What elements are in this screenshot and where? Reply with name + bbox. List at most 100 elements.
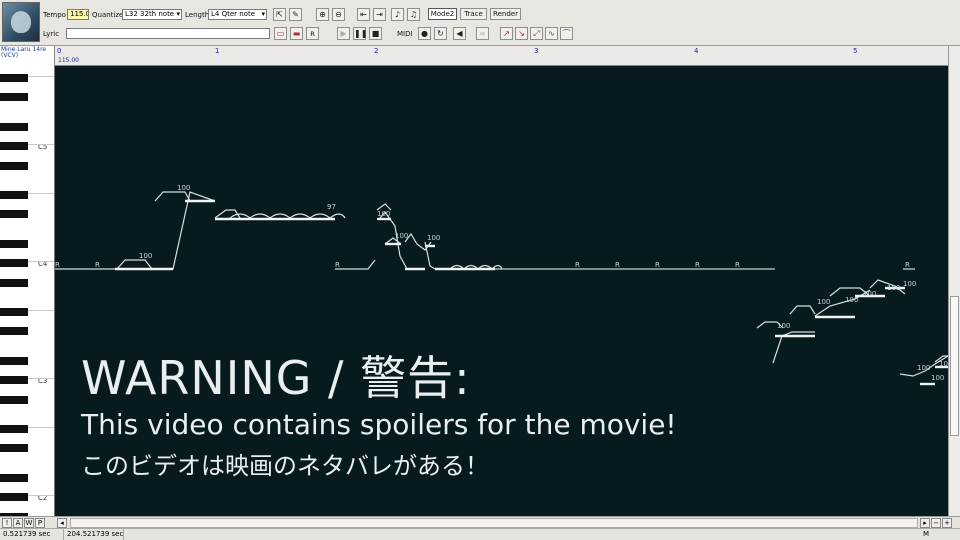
stop-icon[interactable]: ■ [369,27,382,40]
bar-number: 1 [215,47,220,55]
play-icon[interactable]: ▶ [337,27,350,40]
velocity-label: 100 [395,232,408,240]
jump-end-icon[interactable]: ⇥ [373,8,386,21]
mode2-button[interactable]: Mode2 [428,8,457,20]
length-label: Length [185,11,210,19]
vertical-scrollbar[interactable] [948,46,960,516]
tempo-label: Tempo [43,11,66,19]
lyric-insert-icon[interactable]: ▬ [290,27,303,40]
velocity-label: 100 [817,298,830,306]
render-button[interactable]: Render [490,8,521,20]
rest-label: R [655,261,660,269]
black-key[interactable] [0,424,28,433]
piano-keyboard[interactable]: C5 C4 C3 C2 [0,66,55,516]
black-key[interactable] [0,122,28,131]
black-key[interactable] [0,239,28,248]
zoom-out-h-icon[interactable]: − [931,518,941,528]
total-time: 204.521739 sec [64,529,124,540]
note-canvas[interactable]: 100 100 97 100 100 100 100 100 100 100 100 100 100 10… [55,66,948,516]
rest-insert-icon[interactable]: ʀ [306,27,319,40]
black-key[interactable] [0,307,28,316]
tempo-field[interactable]: 115.0 [67,9,89,20]
velocity-label: 100 [887,284,900,292]
quantize-label: Quantize [92,11,124,19]
black-key[interactable] [0,142,28,150]
velocity-label: 100 [863,290,876,298]
black-key[interactable] [0,395,28,404]
velocity-label: 100 [845,296,858,304]
track-button[interactable]: ! [2,518,12,528]
pitch-curve-icon[interactable]: ↗ [500,27,513,40]
midi-label: MIDI [397,30,413,38]
velocity-label: 100 [177,184,190,192]
zoom-in-icon[interactable]: ⊕ [316,8,329,21]
toolbar: Tempo 115.0 Quantize L32 32th note Lengt… [0,0,960,46]
link-icon[interactable]: ∞ [476,27,489,40]
velocity-label: 100 [427,234,440,242]
track-button[interactable]: P [35,518,45,528]
bar-number: 0 [57,47,62,55]
pitch-curve [55,191,216,270]
black-key[interactable] [0,493,28,501]
rest-label: R [735,261,740,269]
lyric-label: Lyric [43,30,60,38]
pitch-smooth-icon[interactable]: ⤢ [530,27,543,40]
status-bar: 0.521739 sec 204.521739 sec M [0,528,960,540]
timeline-ruler[interactable]: 0 1 2 3 4 5 115.00 [55,46,948,66]
horizontal-scrollbar[interactable] [70,518,918,528]
scroll-left-icon[interactable]: ◂ [57,518,67,528]
velocity-label: 100 [777,322,790,330]
split-note-icon[interactable]: ♪ [391,8,404,21]
length-select[interactable]: L4 Qter note [208,9,267,20]
scroll-right-icon[interactable]: ▸ [920,518,930,528]
black-key[interactable] [0,278,28,287]
voicebank-label: Mine Laru 14re (VCV) [0,46,55,66]
track-button[interactable]: A [13,518,23,528]
bottom-bar: ! A W P ◂ ▸ − + [0,516,960,528]
bar-number: 3 [534,47,539,55]
bar-number: 5 [853,47,858,55]
voicebank-type: (VCV) [1,52,19,59]
tempo-marker[interactable]: 115.00 [58,57,79,64]
record-icon[interactable]: ● [418,27,431,40]
black-key[interactable] [0,259,28,267]
pause-icon[interactable]: ❚❚ [353,27,367,40]
black-key[interactable] [0,161,28,170]
zoom-out-icon[interactable]: ⊖ [332,8,345,21]
voicebank-avatar[interactable] [2,2,40,42]
trace-button[interactable]: Trace [460,8,487,20]
pencil-tool-icon[interactable]: ✎ [289,8,302,21]
rest-label: R [905,261,910,269]
pitch-curve [335,259,376,270]
quantize-select[interactable]: L32 32th note [122,9,182,20]
merge-note-icon[interactable]: ♫ [407,8,420,21]
rest-label: R [95,261,100,269]
black-key[interactable] [0,473,28,482]
envelope-icon[interactable]: ⌒ [560,27,573,40]
rest-label: R [695,261,700,269]
pitch-curve [789,305,816,315]
lyric-apply-icon[interactable]: ▭ [274,27,287,40]
black-key[interactable] [0,327,28,336]
jump-start-icon[interactable]: ⇤ [357,8,370,21]
zoom-in-h-icon[interactable]: + [942,518,952,528]
lyric-input[interactable] [66,28,270,39]
velocity-label: 100 [939,360,948,368]
black-key[interactable] [0,93,28,102]
black-key[interactable] [0,444,28,453]
pitch-edit-icon[interactable]: ↘ [515,27,528,40]
black-key[interactable] [0,73,28,82]
scrollbar-thumb[interactable] [950,296,959,436]
pointer-tool-icon[interactable]: ⇱ [273,8,286,21]
black-key[interactable] [0,376,28,384]
speaker-icon[interactable]: ◀ [453,27,466,40]
vibrato-curve [229,213,346,219]
pitch-curve [154,191,191,202]
black-key[interactable] [0,190,28,199]
velocity-label: 100 [903,280,916,288]
loop-icon[interactable]: ↻ [434,27,447,40]
black-key[interactable] [0,356,28,365]
vibrato-icon[interactable]: ∿ [545,27,558,40]
track-button[interactable]: W [24,518,34,528]
black-key[interactable] [0,210,28,219]
